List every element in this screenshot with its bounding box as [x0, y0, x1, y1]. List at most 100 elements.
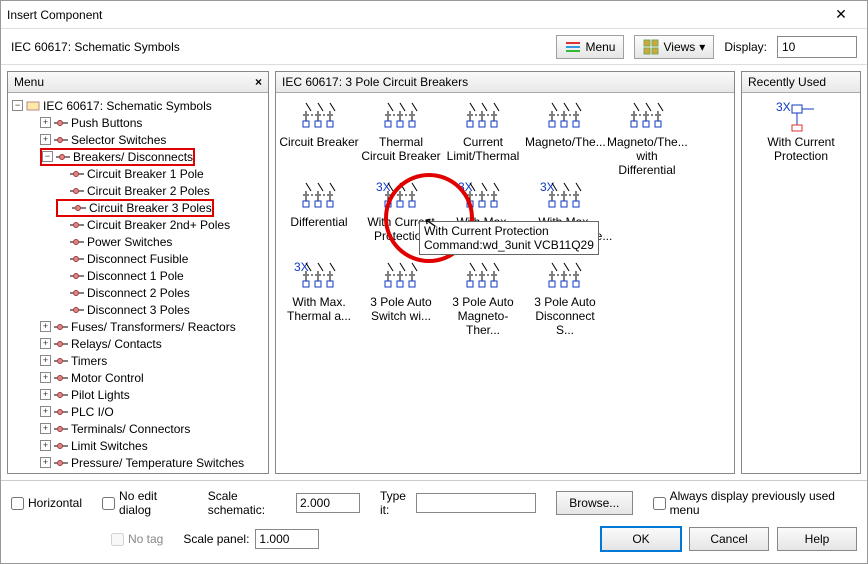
recent-item[interactable]: 3X With Current Protection [748, 99, 854, 165]
bottom-row-1: Horizontal No edit dialog Scale schemati… [11, 489, 857, 517]
tree-item[interactable]: Circuit Breaker 3 Poles [10, 199, 266, 216]
symbol-item[interactable]: 3 Pole Auto Disconnect S... [524, 259, 606, 339]
tree-item[interactable]: Disconnect 2 Poles [10, 284, 266, 301]
horizontal-checkbox[interactable]: Horizontal [11, 496, 82, 510]
tree-item-label: Limit Switches [71, 439, 148, 453]
tree-item[interactable]: Power Switches [10, 233, 266, 250]
toolbar: IEC 60617: Schematic Symbols Menu Views … [1, 29, 867, 65]
menu-panel: Menu × −IEC 60617: Schematic Symbols + Pus… [7, 71, 269, 474]
tree-item[interactable]: −Breakers/ Disconnects [10, 148, 266, 165]
tree-root[interactable]: −IEC 60617: Schematic Symbols [10, 97, 266, 114]
node-icon [54, 441, 68, 451]
expand-icon[interactable]: + [40, 406, 51, 417]
tree-item-label: Circuit Breaker 3 Poles [89, 201, 212, 215]
always-display-checkbox[interactable]: Always display previously used menu [653, 489, 857, 517]
node-icon [54, 135, 68, 145]
tree-item[interactable]: +Terminals/ Connectors [10, 420, 266, 437]
collapse-icon[interactable]: − [12, 100, 23, 111]
tree-item-label: Push Buttons [71, 116, 142, 130]
views-button[interactable]: Views ▾ [634, 35, 714, 59]
symbol-item[interactable]: Magneto/The... [524, 99, 606, 179]
scale-schematic-input[interactable] [296, 493, 360, 513]
scale-panel-input[interactable] [255, 529, 319, 549]
symbol-item[interactable]: Thermal Circuit Breaker [360, 99, 442, 179]
symbol-label: Magneto/The... [525, 135, 605, 149]
tree-item-label: Circuit Breaker 1 Pole [87, 167, 204, 181]
tree-item[interactable]: Disconnect Fusible [10, 250, 266, 267]
node-icon [54, 118, 68, 128]
symbol-item[interactable]: 3XWith Max. Thermal a... [278, 259, 360, 339]
node-icon [54, 322, 68, 332]
menu-panel-close-icon[interactable]: × [255, 75, 262, 89]
symbol-item[interactable]: Current Limit/Thermal [442, 99, 524, 179]
tree-item[interactable]: +Motor Control [10, 369, 266, 386]
tree-item[interactable]: +Proximity Switches [10, 471, 266, 473]
tree-item[interactable]: Disconnect 1 Pole [10, 267, 266, 284]
recent-panel-header: Recently Used [742, 72, 860, 93]
recent-list[interactable]: 3X With Current Protection [742, 93, 860, 473]
node-icon [54, 390, 68, 400]
expand-icon[interactable]: + [40, 423, 51, 434]
typeit-group: Type it: [380, 489, 536, 517]
expand-icon[interactable]: + [40, 117, 51, 128]
node-icon [56, 152, 70, 162]
tree-item[interactable]: +Timers [10, 352, 266, 369]
symbol-label: 3 Pole Auto Disconnect S... [525, 295, 605, 337]
tree-item[interactable]: Disconnect 3 Poles [10, 301, 266, 318]
tree-item[interactable]: Circuit Breaker 2nd+ Poles [10, 216, 266, 233]
symbol-thumb [374, 101, 428, 133]
expand-icon[interactable]: + [40, 440, 51, 451]
recent-item-thumb: 3X [774, 101, 828, 133]
bottom-row-2: No tag Scale panel: OK Cancel Help [11, 527, 857, 551]
tree-item[interactable]: Circuit Breaker 1 Pole [10, 165, 266, 182]
cancel-button[interactable]: Cancel [689, 527, 769, 551]
symbol-label: Magneto/The... with Differential [607, 135, 687, 177]
tree-item[interactable]: +Fuses/ Transformers/ Reactors [10, 318, 266, 335]
recent-item-label: With Current Protection [749, 135, 853, 163]
symbol-item[interactable]: 3 Pole Auto Magneto-Ther... [442, 259, 524, 339]
expand-icon[interactable]: + [40, 457, 51, 468]
expand-icon[interactable]: + [40, 355, 51, 366]
tooltip-line1: With Current Protection [424, 224, 594, 238]
tree-item[interactable]: +Selector Switches [10, 131, 266, 148]
tree-item[interactable]: + Pressure/ Temperature Switches [10, 454, 266, 471]
close-icon[interactable]: ✕ [821, 6, 861, 23]
ok-button[interactable]: OK [601, 527, 681, 551]
symbol-item[interactable]: 3 Pole Auto Switch wi... [360, 259, 442, 339]
symbol-thumb [456, 101, 510, 133]
browse-button[interactable]: Browse... [556, 491, 633, 515]
tree-item[interactable]: + Limit Switches [10, 437, 266, 454]
icons-grid[interactable]: Circuit BreakerThermal Circuit BreakerCu… [276, 93, 734, 473]
symbol-item[interactable]: Differential [278, 179, 360, 259]
tree-item[interactable]: + Push Buttons [10, 114, 266, 131]
collapse-icon[interactable]: − [42, 151, 53, 162]
tooltip-line2: Command:wd_3unit VCB11Q29 [424, 238, 594, 252]
menu-panel-header: Menu × [8, 72, 268, 93]
tree-item[interactable]: Circuit Breaker 2 Poles [10, 182, 266, 199]
menu-button[interactable]: Menu [556, 35, 624, 59]
symbol-item[interactable]: Magneto/The... with Differential [606, 99, 688, 179]
library-icon [26, 101, 40, 111]
tree-item[interactable]: + PLC I/O [10, 403, 266, 420]
node-icon [70, 186, 84, 196]
bottom-bar: Horizontal No edit dialog Scale schemati… [1, 480, 867, 563]
symbol-thumb [538, 261, 592, 293]
tree-item-label: PLC I/O [71, 405, 114, 419]
symbol-item[interactable]: Circuit Breaker [278, 99, 360, 179]
scale-schematic-label: Scale schematic: [208, 489, 290, 517]
no-edit-dialog-checkbox[interactable]: No edit dialog [102, 489, 188, 517]
expand-icon[interactable]: + [40, 321, 51, 332]
expand-icon[interactable]: + [40, 372, 51, 383]
help-button[interactable]: Help [777, 527, 857, 551]
typeit-input[interactable] [416, 493, 536, 513]
tree[interactable]: −IEC 60617: Schematic Symbols + Push Butto… [8, 93, 268, 473]
tree-item-label: Pressure/ Temperature Switches [71, 456, 244, 470]
expand-icon[interactable]: + [40, 389, 51, 400]
node-icon [54, 373, 68, 383]
tree-item[interactable]: +Pilot Lights [10, 386, 266, 403]
display-input[interactable] [777, 36, 857, 58]
expand-icon[interactable]: + [40, 338, 51, 349]
expand-icon[interactable]: + [40, 134, 51, 145]
tree-item[interactable]: +Relays/ Contacts [10, 335, 266, 352]
tree-item-label: Proximity Switches [71, 473, 172, 474]
